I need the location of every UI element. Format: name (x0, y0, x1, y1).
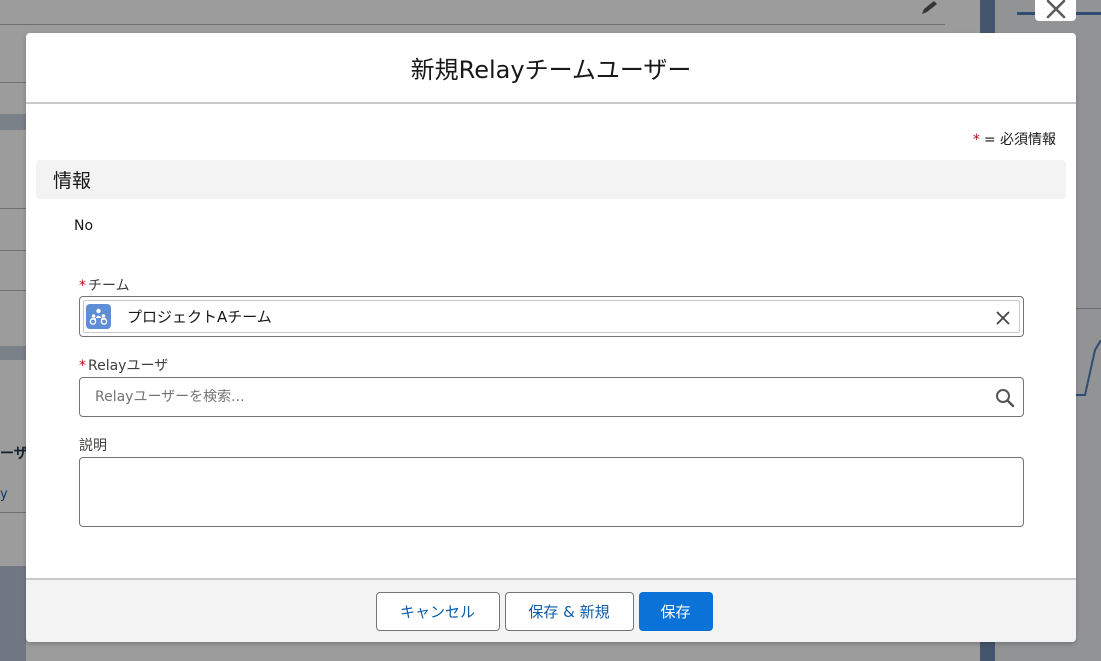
section-header-info[interactable]: 情報 (36, 160, 1066, 199)
team-field-label: * チーム (79, 275, 130, 295)
save-and-new-button[interactable]: 保存 & 新規 (504, 591, 634, 631)
description-textarea[interactable] (79, 457, 1024, 527)
description-field-label: 説明 (79, 435, 107, 455)
close-icon (996, 311, 1010, 325)
team-selected-pill[interactable]: プロジェクトAチーム (83, 300, 1020, 333)
required-marker: * (972, 132, 980, 148)
modal-title: 新規Relayチームユーザー (410, 56, 692, 84)
required-info-text: = 必須情報 (983, 132, 1056, 148)
modal-footer: キャンセル 保存 & 新規 保存 (26, 578, 1076, 642)
required-info-note: * = 必須情報 (973, 129, 1056, 149)
team-label-text: チーム (88, 278, 130, 294)
team-icon (86, 304, 111, 329)
required-marker: * (79, 358, 86, 374)
save-button[interactable]: 保存 (638, 591, 713, 631)
close-modal-button[interactable] (1035, 0, 1076, 21)
modal-header: 新規Relayチームユーザー (26, 33, 1076, 104)
relay-user-search-field[interactable] (79, 377, 1024, 417)
new-record-modal: 新規Relayチームユーザー * = 必須情報 情報 No * チーム プロジェ… (26, 33, 1076, 642)
relay-user-field-label: * Relayユーザ (79, 355, 168, 375)
relay-user-search-input[interactable] (95, 389, 975, 405)
cancel-button[interactable]: キャンセル (375, 591, 500, 631)
team-lookup-field[interactable]: プロジェクトAチーム (79, 296, 1024, 337)
required-marker: * (79, 278, 86, 294)
description-label-text: 説明 (79, 438, 107, 454)
close-icon (1046, 0, 1065, 18)
team-selected-value: プロジェクトAチーム (127, 308, 272, 326)
record-no-label: No (74, 218, 94, 234)
section-title: 情報 (53, 170, 92, 192)
clear-selection-button[interactable] (993, 308, 1013, 328)
search-icon[interactable] (995, 388, 1015, 408)
relay-user-label-text: Relayユーザ (88, 358, 169, 374)
